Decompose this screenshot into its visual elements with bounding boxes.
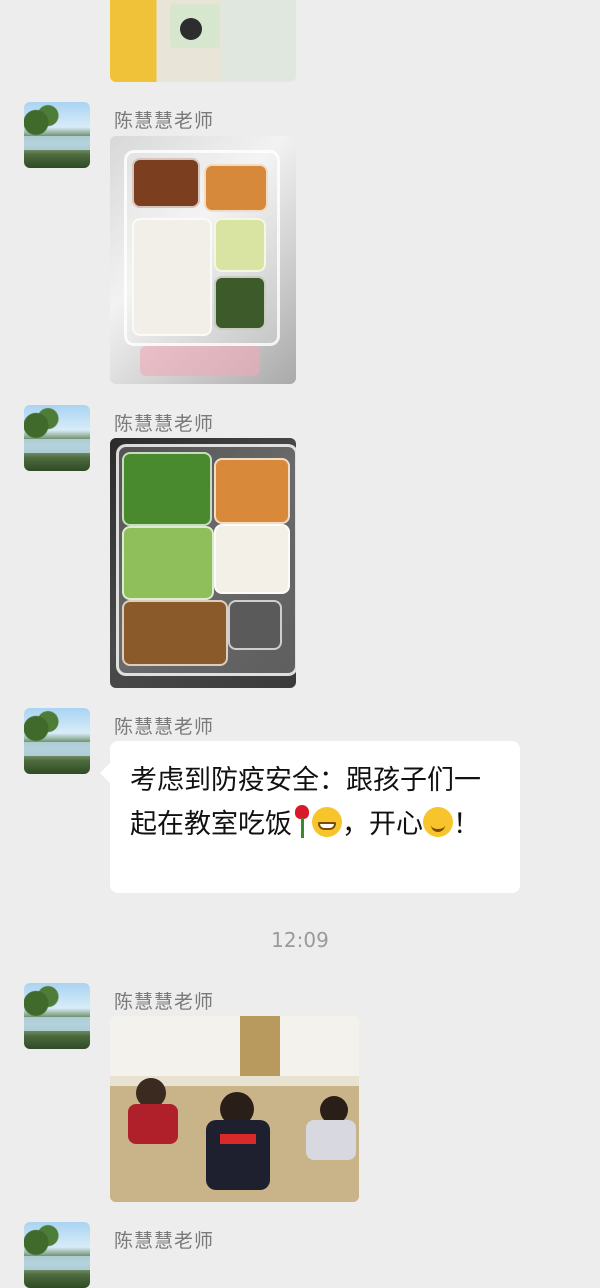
avatar[interactable] (24, 405, 90, 471)
avatar[interactable] (24, 708, 90, 774)
food-photo[interactable] (110, 0, 296, 82)
lunch-tray-photo[interactable] (110, 438, 296, 688)
sender-name: 陈慧慧老师 (114, 991, 215, 1013)
timestamp: 12:09 (271, 928, 329, 952)
sender-name: 陈慧慧老师 (114, 413, 215, 435)
sender-name: 陈慧慧老师 (114, 716, 215, 738)
classroom-photo[interactable] (110, 1016, 359, 1202)
message-text: ，开心 (342, 809, 423, 840)
smile-icon (423, 807, 453, 837)
message-text: ！ (453, 809, 480, 840)
grin-icon (312, 807, 342, 837)
sender-name: 陈慧慧老师 (114, 110, 215, 132)
text-bubble[interactable]: 考虑到防疫安全：跟孩子们一起在教室吃饭 ，开心！ (100, 741, 520, 893)
rose-icon (292, 805, 312, 839)
avatar[interactable] (24, 1222, 90, 1288)
avatar[interactable] (24, 102, 90, 168)
lunch-tray-photo[interactable] (110, 136, 296, 384)
sender-name: 陈慧慧老师 (114, 1230, 215, 1252)
avatar[interactable] (24, 983, 90, 1049)
